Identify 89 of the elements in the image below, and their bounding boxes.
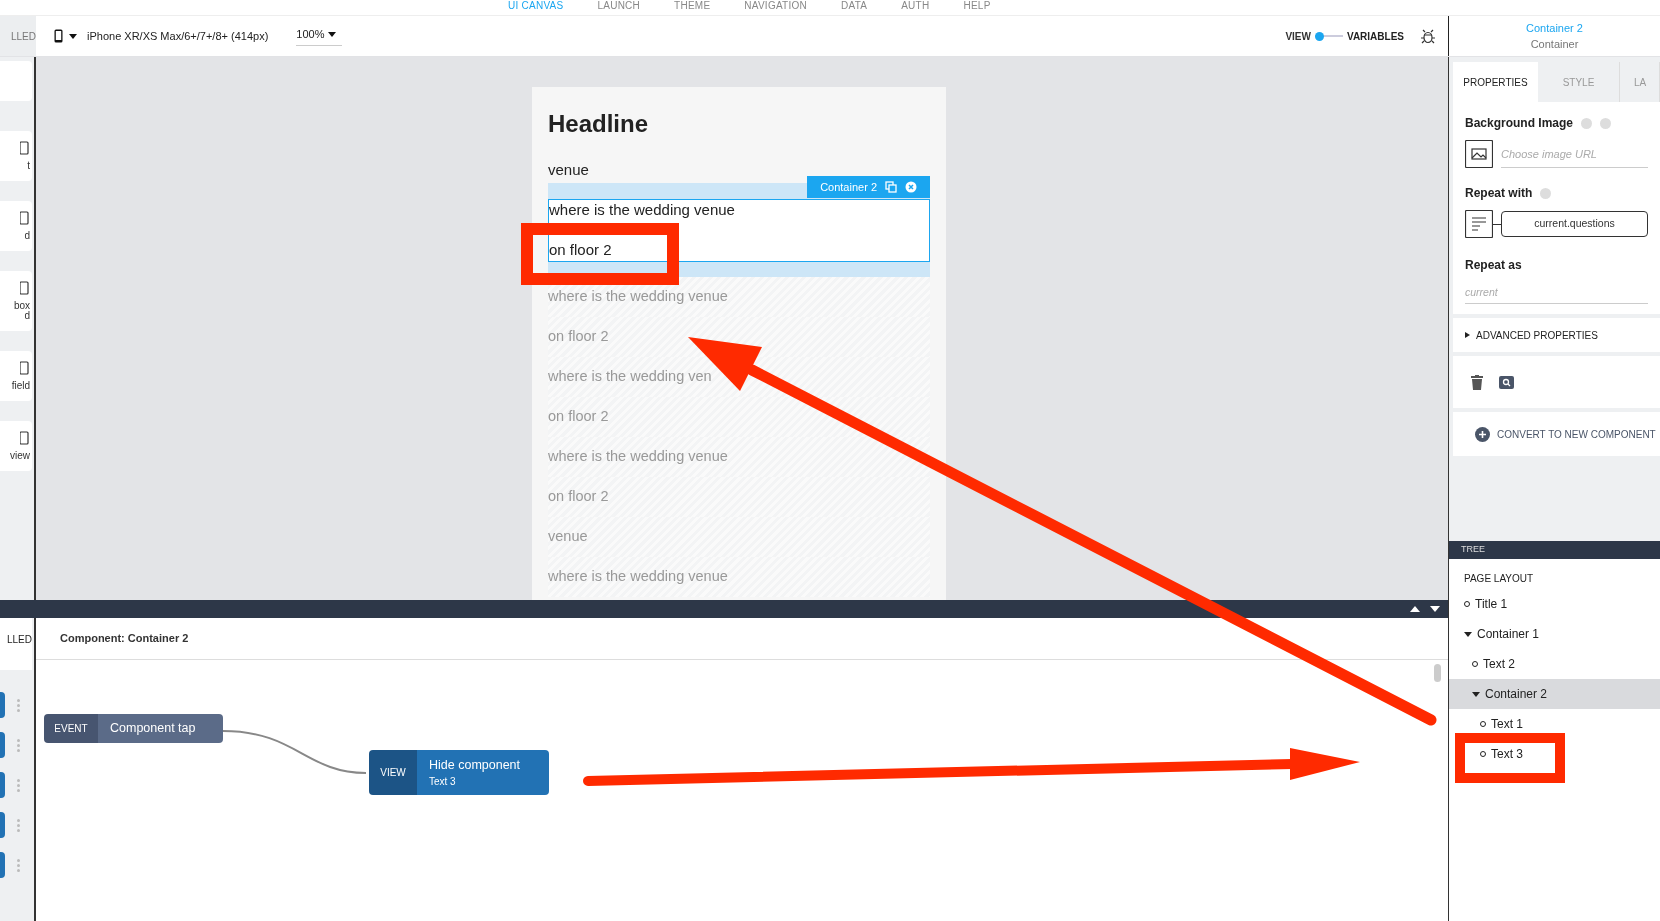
action-label: Hide component <box>429 756 522 774</box>
close-icon[interactable] <box>905 181 917 193</box>
palette-card[interactable]: field <box>0 351 32 401</box>
nav-tab[interactable]: THEME <box>674 0 711 11</box>
field-label: Repeat as <box>1465 257 1523 274</box>
tree-item[interactable]: Text 2 <box>1449 649 1660 679</box>
advanced-properties-toggle[interactable]: ADVANCED PROPERTIES <box>1453 318 1660 352</box>
tree-panel-title: TREE <box>1461 543 1485 557</box>
repeated-text-item: where is the wedding ven <box>548 357 930 397</box>
repeated-text-item: where is the wedding venue <box>548 557 930 597</box>
scrollbar-thumb[interactable] <box>1434 664 1441 682</box>
nav-tab[interactable]: HELP <box>963 0 991 11</box>
drag-handle-icon[interactable] <box>17 858 20 872</box>
tree-item[interactable]: Container 1 <box>1449 619 1660 649</box>
view-label: VIEW <box>1285 29 1311 44</box>
component-icon <box>20 141 30 155</box>
tree-item[interactable]: Title 1 <box>1449 589 1660 619</box>
convert-component-button[interactable]: CONVERT TO NEW COMPONENT <box>1453 412 1660 456</box>
component-icon <box>20 361 30 375</box>
palette-label: box d <box>13 301 30 321</box>
variables-label: VARIABLES <box>1346 29 1404 44</box>
action-tab[interactable] <box>0 692 5 718</box>
nav-tab[interactable]: DATA <box>841 0 868 11</box>
copy-icon[interactable] <box>885 181 897 193</box>
text-item: where is the wedding venue <box>549 201 735 219</box>
phone-icon <box>54 29 63 43</box>
field-label: Repeat with <box>1465 185 1533 202</box>
panel-tab[interactable]: PROPERTIES <box>1453 62 1538 102</box>
action-tab[interactable] <box>0 732 5 758</box>
caret-icon <box>69 33 77 39</box>
drag-handle-icon[interactable] <box>17 698 20 712</box>
component-icon <box>20 281 30 295</box>
logic-panel-title: Component: Container 2 <box>60 631 189 647</box>
palette-label: view <box>10 451 30 461</box>
bug-icon[interactable] <box>1420 28 1436 44</box>
selected-container[interactable]: where is the wedding venue on floor 2 <box>548 199 930 262</box>
search-icon[interactable] <box>1499 375 1514 389</box>
selected-component-name: Container 2 <box>1526 20 1583 36</box>
tree-item[interactable]: Text 1 <box>1449 709 1660 739</box>
caret-icon <box>1464 631 1472 637</box>
action-target: Text 3 <box>429 775 457 790</box>
zoom-select[interactable]: 100% <box>296 26 343 46</box>
drag-handle-icon[interactable] <box>17 778 20 792</box>
list-icon[interactable] <box>1465 210 1493 238</box>
image-url-field[interactable]: Choose image URL <box>1501 140 1648 168</box>
mode-toggle[interactable] <box>1314 31 1343 41</box>
device-select[interactable]: iPhone XR/XS Max/6+/7+/8+ (414px) <box>54 27 269 45</box>
drag-handle-icon[interactable] <box>17 818 20 832</box>
palette-card[interactable]: d <box>0 201 32 251</box>
caret-icon <box>328 32 337 37</box>
repeated-text-item: venue <box>548 517 930 557</box>
repeated-text-item: on floor 2 <box>548 397 930 437</box>
image-icon[interactable] <box>1465 140 1493 168</box>
action-tab[interactable] <box>0 852 5 878</box>
palette-card[interactable]: box d <box>0 271 32 331</box>
expand-up-icon[interactable] <box>1410 606 1420 612</box>
repeat-as-field[interactable]: current <box>1465 280 1648 304</box>
tree-item[interactable]: Text 3 <box>1449 739 1660 769</box>
panel-tab-label: LLED <box>7 633 32 647</box>
text-item: on floor 2 <box>549 241 612 259</box>
nav-tab[interactable]: LAUNCH <box>597 0 641 11</box>
repeated-text-item: on floor 2 <box>548 477 930 517</box>
palette-label: d <box>24 231 30 241</box>
repeated-text-item: where is the wedding venue <box>548 277 930 317</box>
component-icon <box>20 211 30 225</box>
action-tab[interactable] <box>0 812 5 838</box>
nav-tab[interactable]: NAVIGATION <box>744 0 807 11</box>
text-label: venue <box>548 160 589 180</box>
palette-card[interactable]: t <box>0 131 32 181</box>
plus-icon <box>1475 426 1490 442</box>
component-icon <box>20 431 30 445</box>
headline: Headline <box>548 109 650 139</box>
palette-card[interactable]: view <box>0 421 32 471</box>
repeated-text-item: on floor 2 <box>548 317 930 357</box>
tree-section-title: PAGE LAYOUT <box>1463 571 1535 586</box>
palette-label: field <box>11 381 30 391</box>
selected-component-type: Container <box>1530 37 1579 52</box>
trash-icon[interactable] <box>1471 374 1483 390</box>
caret-icon <box>1472 691 1480 697</box>
panel-tab-label: LLED <box>11 29 36 44</box>
repeat-source-field[interactable]: current.questions <box>1501 211 1648 237</box>
tree-item[interactable]: Container 2 <box>1449 679 1660 709</box>
drag-handle-icon[interactable] <box>17 738 20 752</box>
repeated-text-item: where is the wedding venue <box>548 437 930 477</box>
palette-label: t <box>27 161 30 171</box>
collapse-down-icon[interactable] <box>1430 606 1440 612</box>
action-tab[interactable] <box>0 772 5 798</box>
nav-tab[interactable]: AUTH <box>901 0 930 11</box>
field-label: Background Image <box>1465 115 1574 132</box>
